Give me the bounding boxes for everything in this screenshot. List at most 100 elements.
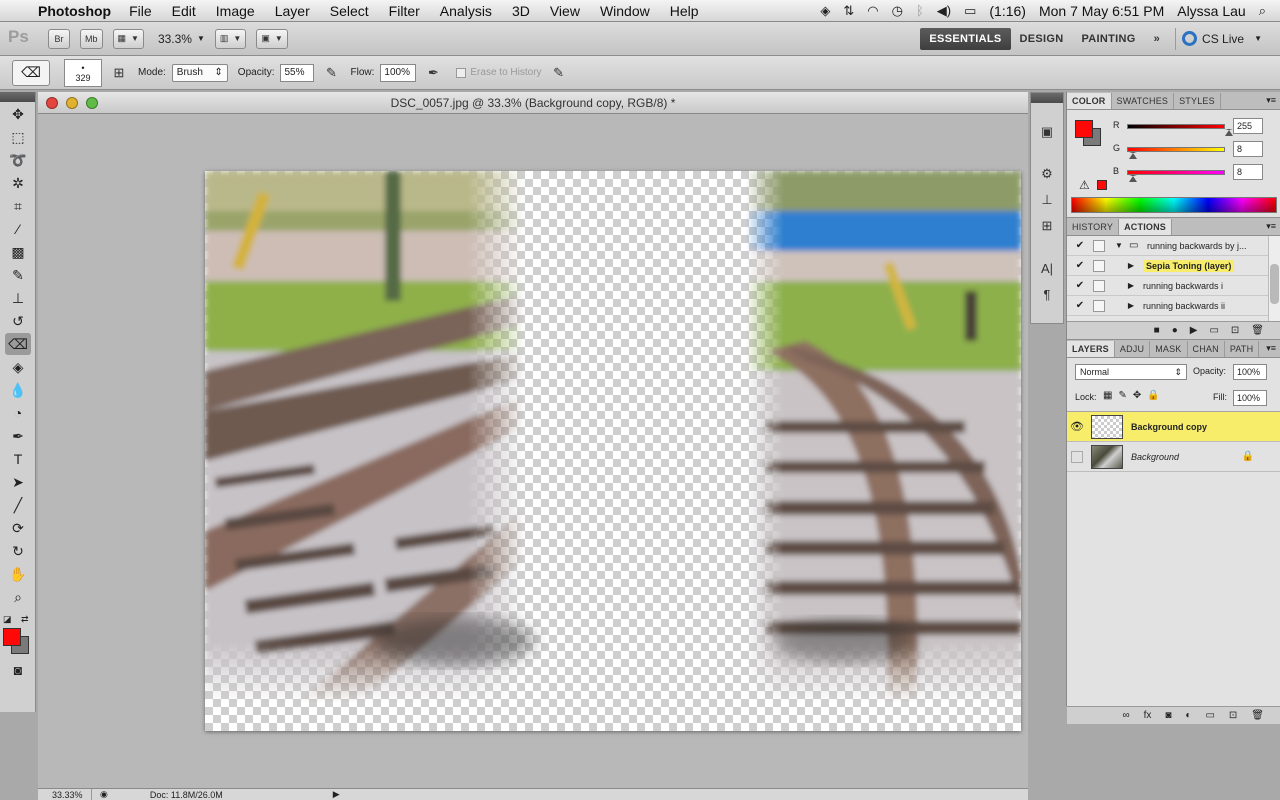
- time-machine-icon[interactable]: ◷: [892, 3, 903, 19]
- quick-mask-icon[interactable]: ◙: [5, 659, 31, 681]
- disclosure-closed-icon[interactable]: ▶: [1125, 281, 1137, 290]
- action-set-row[interactable]: ✔ ▼ ▭ running backwards by j...: [1067, 236, 1280, 256]
- dropbox-icon[interactable]: ◈: [820, 3, 830, 19]
- magic-wand-tool-icon[interactable]: ✲: [5, 172, 31, 194]
- brush-panel-icon[interactable]: ⊞: [110, 64, 128, 82]
- view-extras-button[interactable]: ▦ ▼: [112, 28, 144, 49]
- actions-scrollbar[interactable]: [1268, 236, 1280, 321]
- play-icon[interactable]: ▶: [1190, 325, 1198, 336]
- lock-transparency-icon[interactable]: ▦: [1103, 390, 1112, 401]
- action-row[interactable]: ✔ ▶ running backwards i: [1067, 276, 1280, 296]
- blend-mode-select[interactable]: Normal ⇕: [1075, 364, 1187, 380]
- default-colors-icon[interactable]: ◪: [3, 614, 12, 625]
- lock-all-icon[interactable]: 🔒: [1147, 390, 1159, 401]
- color-foreground-swatch[interactable]: [1075, 120, 1093, 138]
- menu-select[interactable]: Select: [330, 3, 369, 19]
- disclosure-closed-icon[interactable]: ▶: [1125, 261, 1137, 270]
- checkmark-icon[interactable]: ✔: [1073, 300, 1087, 311]
- zoom-level-select[interactable]: 33.3%: [158, 32, 192, 46]
- erase-to-history-checkbox[interactable]: [456, 67, 467, 78]
- document-titlebar[interactable]: DSC_0057.jpg @ 33.3% (Background copy, R…: [38, 92, 1028, 114]
- eye-icon[interactable]: 👁: [1067, 420, 1087, 433]
- paragraph-icon[interactable]: ¶: [1035, 283, 1059, 305]
- mini-bridge-icon[interactable]: ▣: [1035, 121, 1059, 143]
- scroll-thumb[interactable]: [1270, 264, 1279, 304]
- layer-opacity-input[interactable]: 100%: [1233, 364, 1267, 380]
- dialog-toggle[interactable]: [1093, 279, 1105, 292]
- green-slider[interactable]: [1127, 147, 1225, 152]
- clone-source-icon[interactable]: ⊥: [1035, 189, 1059, 211]
- crop-tool-icon[interactable]: ⌗: [5, 195, 31, 217]
- menu-analysis[interactable]: Analysis: [440, 3, 492, 19]
- 3d-rotate-tool-icon[interactable]: ⟳: [5, 517, 31, 539]
- red-slider-thumb[interactable]: [1225, 129, 1233, 136]
- brush-presets-icon[interactable]: ⊞: [1035, 215, 1059, 237]
- disclosure-closed-icon[interactable]: ▶: [1125, 301, 1137, 310]
- red-slider[interactable]: [1127, 124, 1225, 129]
- panel-menu-icon[interactable]: ▾≡: [1266, 95, 1276, 106]
- blur-tool-icon[interactable]: 💧: [5, 379, 31, 401]
- menu-3d[interactable]: 3D: [512, 3, 530, 19]
- minimize-button[interactable]: [66, 96, 78, 109]
- stop-icon[interactable]: ■: [1154, 325, 1160, 336]
- mode-select[interactable]: Brush ⇕: [171, 63, 228, 82]
- bluetooth-icon[interactable]: ᛒ: [916, 3, 924, 18]
- workspace-painting[interactable]: PAINTING: [1072, 28, 1144, 50]
- spotlight-icon[interactable]: ⌕: [1259, 3, 1266, 19]
- arrange-documents-button[interactable]: ▥ ▼: [214, 28, 247, 49]
- tab-color[interactable]: COLOR: [1067, 93, 1112, 109]
- red-value-input[interactable]: 255: [1233, 118, 1263, 134]
- path-selection-tool-icon[interactable]: ➤: [5, 471, 31, 493]
- move-tool-icon[interactable]: ✥: [5, 103, 31, 125]
- 3d-orbit-tool-icon[interactable]: ↻: [5, 540, 31, 562]
- character-icon[interactable]: A|: [1035, 257, 1059, 279]
- panel-grip[interactable]: [1031, 93, 1063, 103]
- tab-masks[interactable]: MASK: [1150, 341, 1188, 357]
- checkmark-icon[interactable]: ✔: [1073, 260, 1087, 271]
- blue-slider-thumb[interactable]: [1129, 175, 1137, 182]
- tab-adjustments[interactable]: ADJU: [1115, 341, 1151, 357]
- swap-colors-icon[interactable]: ⇄: [21, 614, 29, 625]
- chevron-down-icon[interactable]: ▼: [197, 34, 205, 43]
- sync-icon[interactable]: ⇅: [843, 3, 854, 19]
- menu-image[interactable]: Image: [216, 3, 255, 19]
- add-mask-icon[interactable]: ◙: [1165, 710, 1171, 721]
- panel-grip[interactable]: [0, 92, 35, 102]
- out-of-gamut-warning-icon[interactable]: ⚠: [1079, 178, 1090, 192]
- dialog-toggle[interactable]: [1093, 239, 1105, 252]
- tab-history[interactable]: HISTORY: [1067, 219, 1120, 235]
- new-set-icon[interactable]: ▭: [1209, 325, 1218, 336]
- type-tool-icon[interactable]: T: [5, 448, 31, 470]
- bridge-button[interactable]: Br: [48, 28, 70, 49]
- menu-view[interactable]: View: [550, 3, 580, 19]
- new-group-icon[interactable]: ▭: [1205, 710, 1214, 721]
- user-name[interactable]: Alyssa Lau: [1177, 3, 1245, 19]
- close-button[interactable]: [46, 96, 58, 109]
- clock[interactable]: Mon 7 May 6:51 PM: [1039, 3, 1164, 19]
- menu-filter[interactable]: Filter: [389, 3, 420, 19]
- trash-icon[interactable]: 🗑: [1251, 710, 1264, 721]
- brush-tool-icon[interactable]: ✎: [5, 264, 31, 286]
- blue-slider[interactable]: [1127, 170, 1225, 175]
- healing-brush-tool-icon[interactable]: ▩: [5, 241, 31, 263]
- panel-menu-icon[interactable]: ▾≡: [1266, 221, 1276, 232]
- marquee-tool-icon[interactable]: ⬚: [5, 126, 31, 148]
- adjustment-layer-icon[interactable]: ◐: [1185, 710, 1191, 721]
- status-info-icon[interactable]: ◉: [100, 789, 108, 800]
- gamut-swatch[interactable]: [1097, 180, 1107, 190]
- dodge-tool-icon[interactable]: ◔: [5, 402, 31, 424]
- menu-window[interactable]: Window: [600, 3, 650, 19]
- opacity-input[interactable]: 55%: [280, 63, 315, 82]
- airbrush-opacity-icon[interactable]: ✎: [322, 64, 340, 82]
- color-spectrum-ramp[interactable]: [1071, 197, 1277, 213]
- lock-pixels-icon[interactable]: ✎: [1118, 390, 1126, 401]
- checkmark-icon[interactable]: ✔: [1073, 240, 1087, 251]
- status-menu-arrow-icon[interactable]: ▶: [333, 789, 340, 800]
- action-row[interactable]: ✔ ▶ Sepia Toning (layer): [1067, 256, 1280, 276]
- link-layers-icon[interactable]: ∞: [1122, 710, 1129, 721]
- line-tool-icon[interactable]: ╱: [5, 494, 31, 516]
- layer-row-background-copy[interactable]: 👁 Background copy: [1067, 412, 1280, 442]
- workspace-more-button[interactable]: »: [1145, 28, 1169, 50]
- mini-bridge-button[interactable]: Mb: [80, 28, 103, 49]
- history-brush-tool-icon[interactable]: ↺: [5, 310, 31, 332]
